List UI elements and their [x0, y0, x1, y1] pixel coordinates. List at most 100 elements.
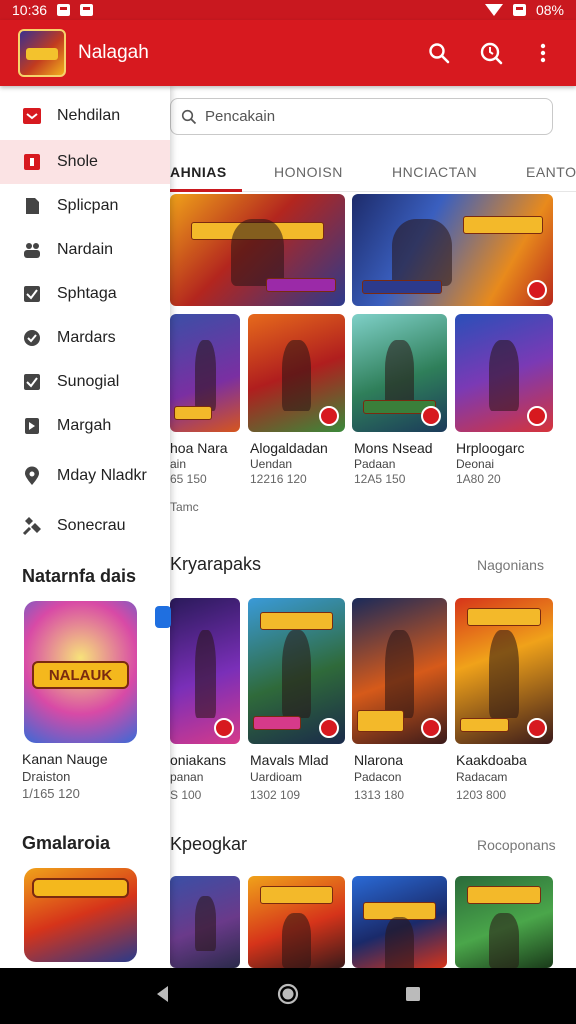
game-card-thumbnail[interactable] [352, 876, 447, 968]
search-input[interactable]: Pencakain [170, 98, 553, 135]
game-card-thumbnail[interactable] [455, 314, 553, 432]
game-card-thumbnail[interactable] [170, 876, 240, 968]
featured-banner[interactable] [170, 194, 345, 306]
drawer-item-label: Nehdilan [57, 107, 121, 124]
drawer-item-sonecrau[interactable]: Sonecrau [0, 504, 170, 548]
game-logo [462, 216, 543, 234]
search-placeholder: Pencakain [205, 108, 276, 125]
game-subtitle-plate [362, 280, 443, 294]
hero-art [489, 339, 519, 411]
drawer-item-sunogial[interactable]: Sunogial [0, 360, 170, 404]
drawer-game-card[interactable]: NALAUK [24, 601, 137, 743]
game-card-thumbnail[interactable] [248, 314, 345, 432]
game-card-thumbnail[interactable] [248, 598, 345, 744]
game-card-thumbnail[interactable] [352, 314, 447, 432]
active-tab-indicator [170, 189, 242, 192]
store-badge-icon [421, 718, 441, 738]
drawer-item-splicpan[interactable]: Splicpan [0, 184, 170, 228]
section-see-more-link[interactable]: Nagonians [477, 557, 544, 573]
status-bar: 10:36 08% [0, 0, 576, 20]
game-card-thumbnail[interactable] [248, 876, 345, 968]
drawer-item-label: Margah [57, 417, 112, 434]
game-card-thumbnail[interactable] [352, 598, 447, 744]
drawer-item-nardain[interactable]: Nardain [0, 228, 170, 272]
back-icon[interactable] [152, 983, 174, 1010]
game-card-title: hoa Nara [170, 440, 228, 456]
game-card-thumbnail[interactable] [455, 876, 553, 968]
game-subtitle-plate [252, 716, 302, 730]
game-card-title: Mons Nsead [354, 440, 433, 456]
hero-art [489, 630, 519, 718]
game-card-subtitle: Radacam [456, 770, 508, 784]
section-see-more-link[interactable]: Rocoponans [477, 837, 556, 853]
drawer-item-shole[interactable]: Shole [0, 140, 170, 184]
tab-ahnias[interactable]: AHNIAS [170, 164, 227, 180]
game-card-meta: 1/165 120 [22, 786, 80, 801]
drawer-item-margah[interactable]: Margah [0, 404, 170, 448]
drawer-section-title: Natarnfa dais [22, 566, 137, 586]
drawer-item-label: Nardain [57, 241, 114, 258]
drawer-item-mday-nladkr[interactable]: Mday Nladkr [0, 454, 170, 498]
tab-eanto[interactable]: EANTO [526, 164, 576, 180]
drawer-item-label: Sonecrau [57, 517, 126, 534]
game-logo: NALAUK [32, 661, 129, 689]
game-card-thumbnail[interactable] [170, 598, 240, 744]
hero-art [281, 630, 312, 718]
system-navigation-bar [0, 968, 576, 1024]
hero-art [194, 630, 216, 718]
inbox-icon [22, 106, 42, 126]
app-logo[interactable] [18, 29, 66, 77]
drawer-item-sphtaga[interactable]: Sphtaga [0, 272, 170, 316]
app-screen: 10:36 08% Nalagah Pencakain AHNIAS HONOI… [0, 0, 576, 1024]
home-icon[interactable] [277, 983, 299, 1010]
battery-level: 08% [535, 2, 564, 18]
game-card-title: Kanan Nauge [22, 751, 108, 767]
drawer-item-label: Sunogial [57, 373, 120, 390]
recents-icon[interactable] [402, 983, 424, 1010]
game-card-subtitle: ain [170, 457, 187, 471]
app-title: Nalagah [78, 42, 149, 63]
game-logo [32, 878, 129, 898]
game-card-title: Kaakdoaba [456, 752, 527, 768]
tab-honoisn[interactable]: HONOISN [274, 164, 343, 180]
game-logo [173, 406, 212, 420]
group-icon [22, 240, 42, 260]
search-icon[interactable] [420, 34, 458, 72]
game-logo [259, 612, 334, 630]
hero-art [392, 218, 453, 286]
drawer-item-nehdilan[interactable]: Nehdilan [0, 94, 170, 138]
game-card-meta: 1A80 20 [456, 472, 501, 486]
game-card-meta: 1203 800 [456, 788, 507, 802]
app-bar: Nalagah [0, 20, 576, 86]
tab-bar: AHNIAS HONOISN HNCIACTAN EANTO [170, 152, 576, 192]
game-card-meta: 1313 180 [354, 788, 405, 802]
featured-banner[interactable] [352, 194, 553, 306]
drawer-item-mardars[interactable]: Mardars [0, 316, 170, 360]
game-card-title: oniakans [170, 752, 227, 768]
game-card-meta: 12216 120 [250, 472, 307, 486]
game-card-subtitle: panan [170, 770, 204, 784]
hero-art [194, 339, 216, 411]
hero-art [489, 912, 519, 968]
status-time: 10:36 [12, 2, 48, 18]
game-card-thumbnail[interactable] [455, 598, 553, 744]
hero-art [194, 896, 216, 952]
section-title: Kryarapaks [170, 554, 262, 574]
drawer-section-title: Gmalaroia [22, 833, 111, 853]
chat-icon[interactable] [155, 606, 171, 628]
store-badge-icon [319, 718, 339, 738]
check-box-icon [22, 284, 42, 304]
navigation-drawer: Nehdilan Shole Splicpan Nardain Sphtaga … [0, 86, 170, 968]
hero-art [281, 912, 312, 968]
tab-hnciactan[interactable]: HNCIACTAN [392, 164, 477, 180]
file-icon [22, 196, 42, 216]
game-logo [259, 886, 334, 904]
more-vert-icon[interactable] [524, 34, 562, 72]
drawer-game-card[interactable] [24, 868, 137, 962]
featured-footer-text: Tamc [170, 500, 199, 514]
store-badge-icon [527, 718, 547, 738]
game-subtitle-plate [266, 278, 337, 292]
history-icon[interactable] [472, 34, 510, 72]
game-card-thumbnail[interactable] [170, 314, 240, 432]
hero-art [385, 630, 414, 718]
